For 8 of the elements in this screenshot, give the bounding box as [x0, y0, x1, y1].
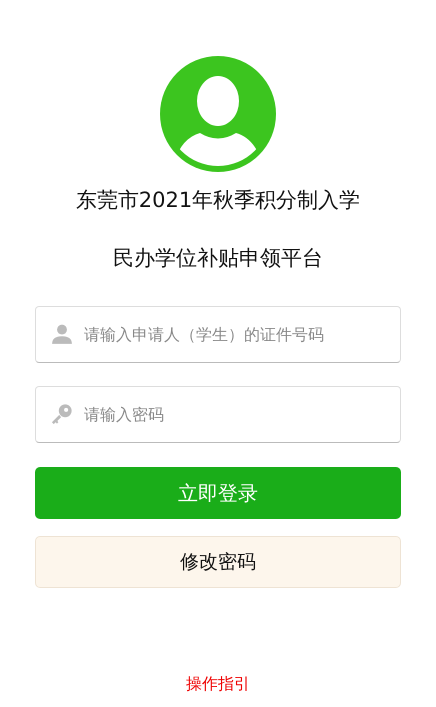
change-password-button[interactable]: 修改密码 — [35, 536, 401, 588]
login-button[interactable]: 立即登录 — [35, 467, 401, 519]
input-field[interactable]: 请输入申请人（学生）的证件号码 — [35, 306, 401, 363]
guide-link[interactable]: 操作指引 — [186, 674, 250, 695]
page-title: 东莞市2021年秋季积分制入学 — [76, 187, 360, 214]
page-title: 民办学位补贴申领平台 — [113, 245, 323, 272]
avatar-icon — [160, 56, 276, 172]
input-field[interactable]: 请输入密码 — [35, 386, 401, 443]
